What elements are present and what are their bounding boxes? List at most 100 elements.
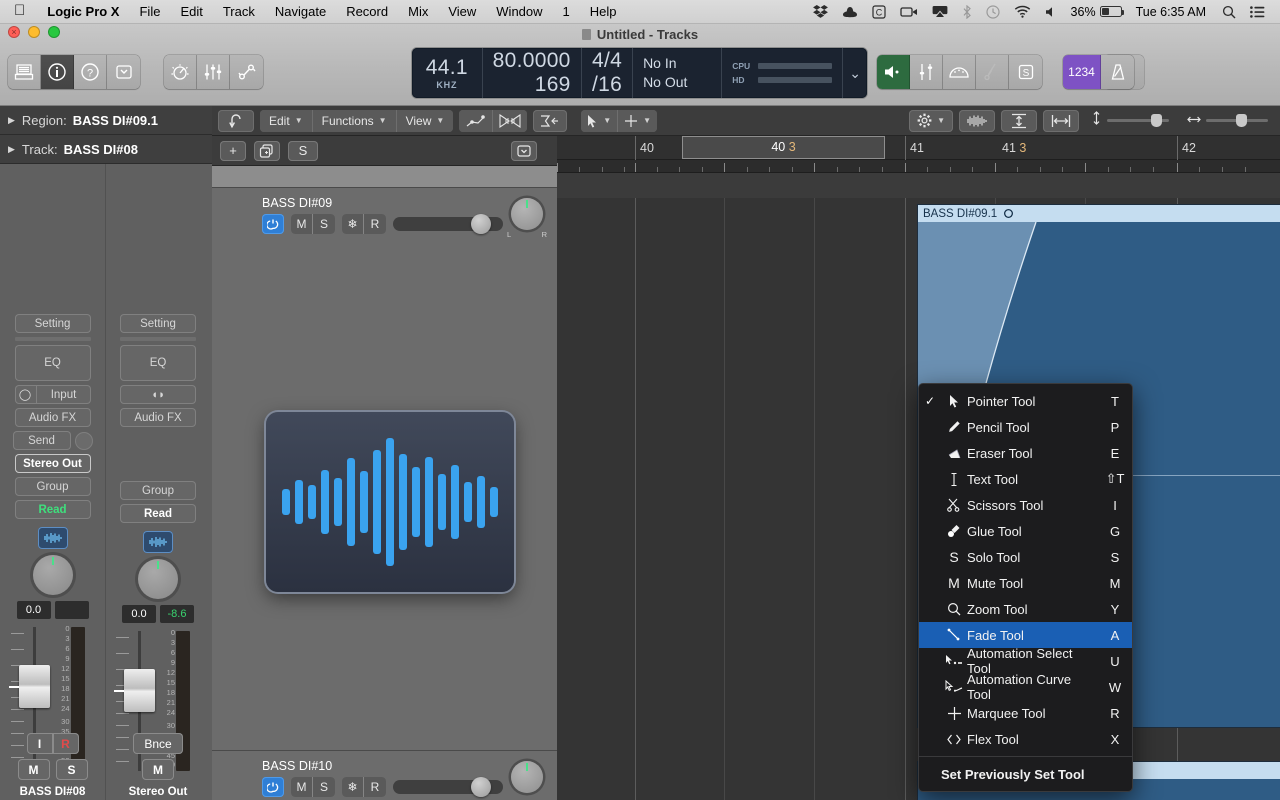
track-freeze-icon[interactable]: ❄ <box>342 214 364 234</box>
menubar-item-mix[interactable]: Mix <box>398 4 438 19</box>
menubar-item-file[interactable]: File <box>129 4 170 19</box>
track-volume-slider[interactable] <box>393 777 503 797</box>
gain-value[interactable]: -8.6 <box>160 605 194 623</box>
horizontal-zoom-icon[interactable] <box>1043 109 1079 132</box>
apple-logo-icon[interactable]:  <box>0 3 37 18</box>
volume-fader[interactable] <box>8 665 50 708</box>
control-center-icon[interactable] <box>1243 5 1272 18</box>
ruler[interactable]: 40 40 3 41 41 3 42 <box>557 136 1280 160</box>
channel-strip-name[interactable]: BASS DI#08 <box>0 786 105 798</box>
menubar-clock[interactable]: Tue 6:35 AM <box>1127 5 1215 19</box>
zoom-slider-knob[interactable] <box>1151 114 1162 127</box>
gear-icon[interactable]: ▼ <box>909 109 953 132</box>
flex-icon[interactable] <box>493 109 528 132</box>
wifi-icon[interactable] <box>1007 5 1038 18</box>
menubar-item-navigate[interactable]: Navigate <box>265 4 336 19</box>
output-button[interactable]: Stereo Out <box>14 454 91 473</box>
track-pan-knob[interactable] <box>511 761 543 793</box>
send-slot[interactable]: Send <box>12 431 93 450</box>
send-knob[interactable] <box>74 431 93 450</box>
dropbox-icon[interactable] <box>806 5 835 18</box>
zoom-slider-track[interactable] <box>1107 114 1169 127</box>
zoom-slider-track[interactable] <box>1206 114 1268 127</box>
performance-icon[interactable] <box>943 55 976 89</box>
plugin-artwork-window[interactable] <box>266 412 514 592</box>
menu-item-pencil-tool[interactable]: Pencil Tool P <box>919 414 1132 440</box>
track-header-config-icon[interactable] <box>511 140 537 161</box>
track-header-bass-di-10[interactable]: BASS DI#10 M S ❄ R <box>212 751 557 800</box>
view-menu[interactable]: View ▼ <box>396 109 454 132</box>
lcd-io[interactable]: No In No Out <box>633 48 723 98</box>
track-record-button[interactable]: R <box>364 777 386 797</box>
menubar-item-record[interactable]: Record <box>336 4 398 19</box>
tool-menu-popup[interactable]: ✓ Pointer Tool T Pencil Tool P Eraser To… <box>918 383 1133 792</box>
pan-knob[interactable] <box>138 559 178 599</box>
menubar-item-one[interactable]: 1 <box>553 4 580 19</box>
pan-value[interactable]: 0.0 <box>16 601 51 619</box>
menu-item-automation-select-tool[interactable]: Automation Select Tool U <box>919 646 1132 676</box>
library-icon[interactable] <box>8 55 41 89</box>
inspector-region-header[interactable]: ▶ Region: BASS DI#09.1 <box>0 106 212 135</box>
menubar-item-edit[interactable]: Edit <box>170 4 212 19</box>
waveform-icon[interactable] <box>37 527 68 549</box>
help-icon[interactable]: ? <box>74 55 107 89</box>
menu-item-glue-tool[interactable]: Glue Tool G <box>919 518 1132 544</box>
volume-fader[interactable] <box>114 669 155 712</box>
menubar-item-help[interactable]: Help <box>580 4 627 19</box>
functions-menu[interactable]: Functions ▼ <box>312 109 397 132</box>
eq-button[interactable]: EQ <box>120 345 196 381</box>
solo-button[interactable]: S <box>55 759 88 780</box>
track-solo-button[interactable]: S <box>313 777 335 797</box>
vertical-zoom-slider[interactable] <box>1085 111 1175 130</box>
pan-value[interactable]: 0.0 <box>122 605 156 623</box>
track-pan-knob[interactable] <box>511 198 543 230</box>
solo-icon[interactable]: S <box>1009 55 1042 89</box>
track-freeze-icon[interactable]: ❄ <box>342 777 364 797</box>
menu-item-flex-tool[interactable]: Flex Tool X <box>919 726 1132 752</box>
editors-icon[interactable] <box>230 55 263 89</box>
solo-tracks-button[interactable]: S <box>288 140 318 161</box>
volume-icon[interactable] <box>1038 6 1066 18</box>
mute-button[interactable]: M <box>142 759 174 780</box>
menu-item-set-previously-set-tool[interactable]: Set Previously Set Tool <box>919 761 1132 787</box>
group-button[interactable]: Group <box>14 477 91 496</box>
menu-item-pointer-tool[interactable]: ✓ Pointer Tool T <box>919 388 1132 414</box>
lcd-time-signature[interactable]: 4/4 /16 <box>582 48 634 98</box>
input-monitor-button[interactable]: I <box>26 733 53 754</box>
track-solo-button[interactable]: S <box>313 214 335 234</box>
setting-button[interactable]: Setting <box>14 314 91 333</box>
chevron-down-icon[interactable]: ⌄ <box>843 48 867 98</box>
waveform-icon[interactable] <box>143 531 173 553</box>
marquee-tool-selector[interactable]: ▼ <box>618 109 658 132</box>
menu-item-scissors-tool[interactable]: Scissors Tool I <box>919 492 1132 518</box>
mute-button[interactable]: M <box>17 759 50 780</box>
count-in-button[interactable]: 1234 <box>1063 55 1101 89</box>
metronome-icon[interactable] <box>1101 55 1134 89</box>
automation-mode-button[interactable]: Read <box>120 504 196 523</box>
tuner-icon[interactable] <box>976 55 1009 89</box>
menubar-item-track[interactable]: Track <box>213 4 265 19</box>
menubar-item-window[interactable]: Window <box>486 4 552 19</box>
mixer-icon[interactable] <box>197 55 230 89</box>
c-badge-icon[interactable]: C <box>865 4 893 19</box>
track-power-icon[interactable] <box>262 777 284 797</box>
bounce-button[interactable]: Bnce <box>133 733 183 754</box>
region-header[interactable]: BASS DI#09.1 <box>918 205 1280 222</box>
duplicate-track-icon[interactable] <box>254 140 280 161</box>
stereo-link-icon[interactable]: ◖◗ <box>120 385 196 404</box>
lcd-display[interactable]: 44.1 KHZ 80.0000 169 4/4 /16 No In No Ou… <box>412 48 867 98</box>
pan-knob[interactable] <box>32 555 73 595</box>
gain-value[interactable] <box>54 601 89 619</box>
timemachine-icon[interactable] <box>979 4 1007 19</box>
input-slot[interactable]: ◯ Input <box>14 385 91 404</box>
menu-item-text-tool[interactable]: Text Tool ⇧T <box>919 466 1132 492</box>
disclosure-triangle-icon[interactable]: ▶ <box>8 115 15 126</box>
audio-fx-button[interactable]: Audio FX <box>120 408 196 427</box>
edit-menu[interactable]: Edit ▼ <box>260 109 313 132</box>
channel-strip-name[interactable]: Stereo Out <box>106 786 210 798</box>
menu-item-marquee-tool[interactable]: Marquee Tool R <box>919 700 1132 726</box>
automation-icon[interactable] <box>459 109 494 132</box>
video-camera-icon[interactable] <box>893 6 925 18</box>
pointer-tool-selector[interactable]: ▼ <box>581 109 619 132</box>
lcd-tempo-position[interactable]: 80.0000 169 <box>483 48 582 98</box>
